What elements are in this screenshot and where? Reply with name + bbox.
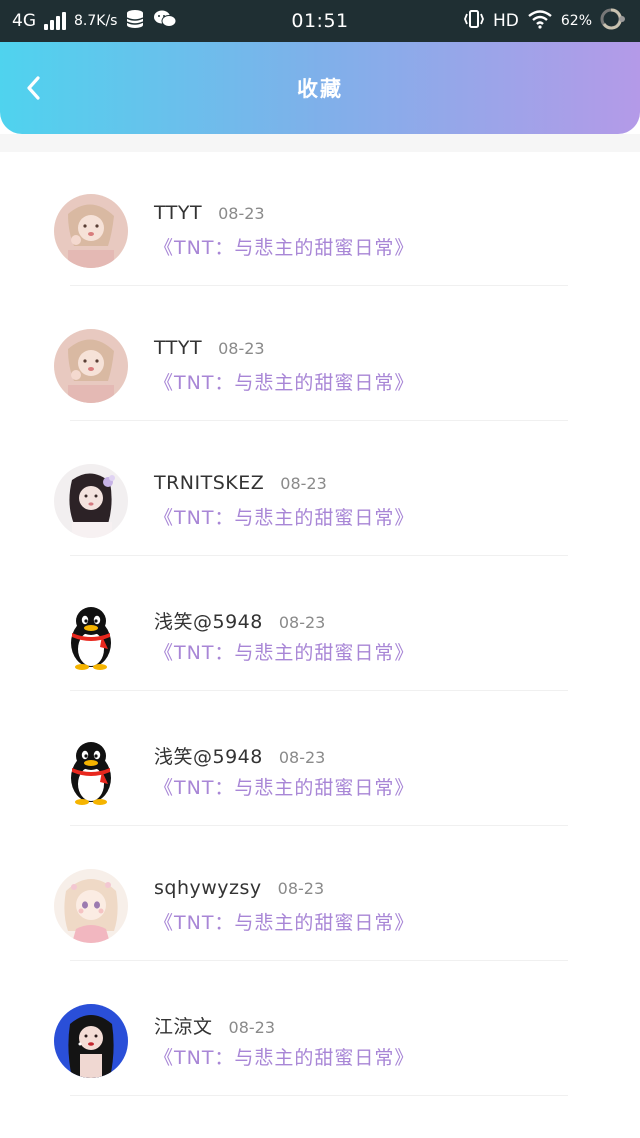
item-author: 浅笑@5948 xyxy=(154,746,263,768)
item-date: 08-23 xyxy=(280,474,327,493)
item-date: 08-23 xyxy=(277,879,325,898)
item-author: 浅笑@5948 xyxy=(154,611,263,633)
avatar xyxy=(54,599,128,673)
divider xyxy=(70,420,568,421)
item-author: 江涼文 xyxy=(154,1016,213,1038)
divider xyxy=(70,690,568,691)
divider xyxy=(70,1095,568,1096)
item-author: TRNITSKEZ xyxy=(154,472,265,494)
item-meta: 浅笑@5948 08-23 xyxy=(154,742,325,768)
list-item[interactable]: sqhywyzsy 08-23 《TNT：与悲主的甜蜜日常》 xyxy=(0,827,640,962)
divider xyxy=(70,960,568,961)
header: 收藏 xyxy=(0,42,640,134)
list-top-gap xyxy=(0,134,640,152)
item-meta: 浅笑@5948 08-23 xyxy=(154,607,325,633)
item-date: 08-23 xyxy=(218,339,265,358)
list-item[interactable]: TTYT 08-23 《TNT：与悲主的甜蜜日常》 xyxy=(0,152,640,287)
item-title[interactable]: 《TNT：与悲主的甜蜜日常》 xyxy=(154,233,414,261)
item-date: 08-23 xyxy=(228,1018,276,1037)
item-title[interactable]: 《TNT：与悲主的甜蜜日常》 xyxy=(154,368,414,396)
battery-level: 62% xyxy=(560,13,592,29)
item-title[interactable]: 《TNT：与悲主的甜蜜日常》 xyxy=(154,773,414,801)
status-bar: 4G 8.7K/s 01:51 HD 62% xyxy=(0,0,640,42)
list-item[interactable]: TRNITSKEZ 08-23 《TNT：与悲主的甜蜜日常》 xyxy=(0,422,640,557)
page-title: 收藏 xyxy=(297,77,343,101)
avatar xyxy=(54,869,128,943)
item-meta: TRNITSKEZ 08-23 xyxy=(154,472,327,498)
item-author: TTYT xyxy=(154,202,203,224)
avatar xyxy=(54,194,128,268)
item-meta: TTYT 08-23 xyxy=(154,202,265,228)
item-date: 08-23 xyxy=(278,613,326,632)
list-item[interactable]: TTYT 08-23 《TNT：与悲主的甜蜜日常》 xyxy=(0,287,640,422)
battery-icon xyxy=(600,8,626,34)
item-title[interactable]: 《TNT：与悲主的甜蜜日常》 xyxy=(154,1043,414,1071)
item-date: 08-23 xyxy=(218,204,265,223)
item-title[interactable]: 《TNT：与悲主的甜蜜日常》 xyxy=(154,908,414,936)
divider xyxy=(70,285,568,286)
hd-indicator: HD xyxy=(493,11,519,31)
avatar xyxy=(54,329,128,403)
item-meta: sqhywyzsy 08-23 xyxy=(154,877,324,903)
wifi-icon xyxy=(527,9,553,33)
item-meta: 江涼文 08-23 xyxy=(154,1012,275,1038)
favorites-list: TTYT 08-23 《TNT：与悲主的甜蜜日常》 TTYT 08-23 《TN… xyxy=(0,152,640,1097)
item-title[interactable]: 《TNT：与悲主的甜蜜日常》 xyxy=(154,503,414,531)
avatar xyxy=(54,1004,128,1078)
list-item[interactable]: 江涼文 08-23 《TNT：与悲主的甜蜜日常》 xyxy=(0,962,640,1097)
item-meta: TTYT 08-23 xyxy=(154,337,265,363)
list-item[interactable]: 浅笑@5948 08-23 《TNT：与悲主的甜蜜日常》 xyxy=(0,557,640,692)
divider xyxy=(70,555,568,556)
avatar xyxy=(54,464,128,538)
status-right: HD 62% xyxy=(463,0,626,42)
item-date: 08-23 xyxy=(278,748,326,767)
vibrate-icon xyxy=(463,9,485,33)
item-author: sqhywyzsy xyxy=(154,877,262,899)
avatar xyxy=(54,734,128,808)
divider xyxy=(70,825,568,826)
item-author: TTYT xyxy=(154,337,203,359)
list-item[interactable]: 浅笑@5948 08-23 《TNT：与悲主的甜蜜日常》 xyxy=(0,692,640,827)
item-title[interactable]: 《TNT：与悲主的甜蜜日常》 xyxy=(154,638,414,666)
